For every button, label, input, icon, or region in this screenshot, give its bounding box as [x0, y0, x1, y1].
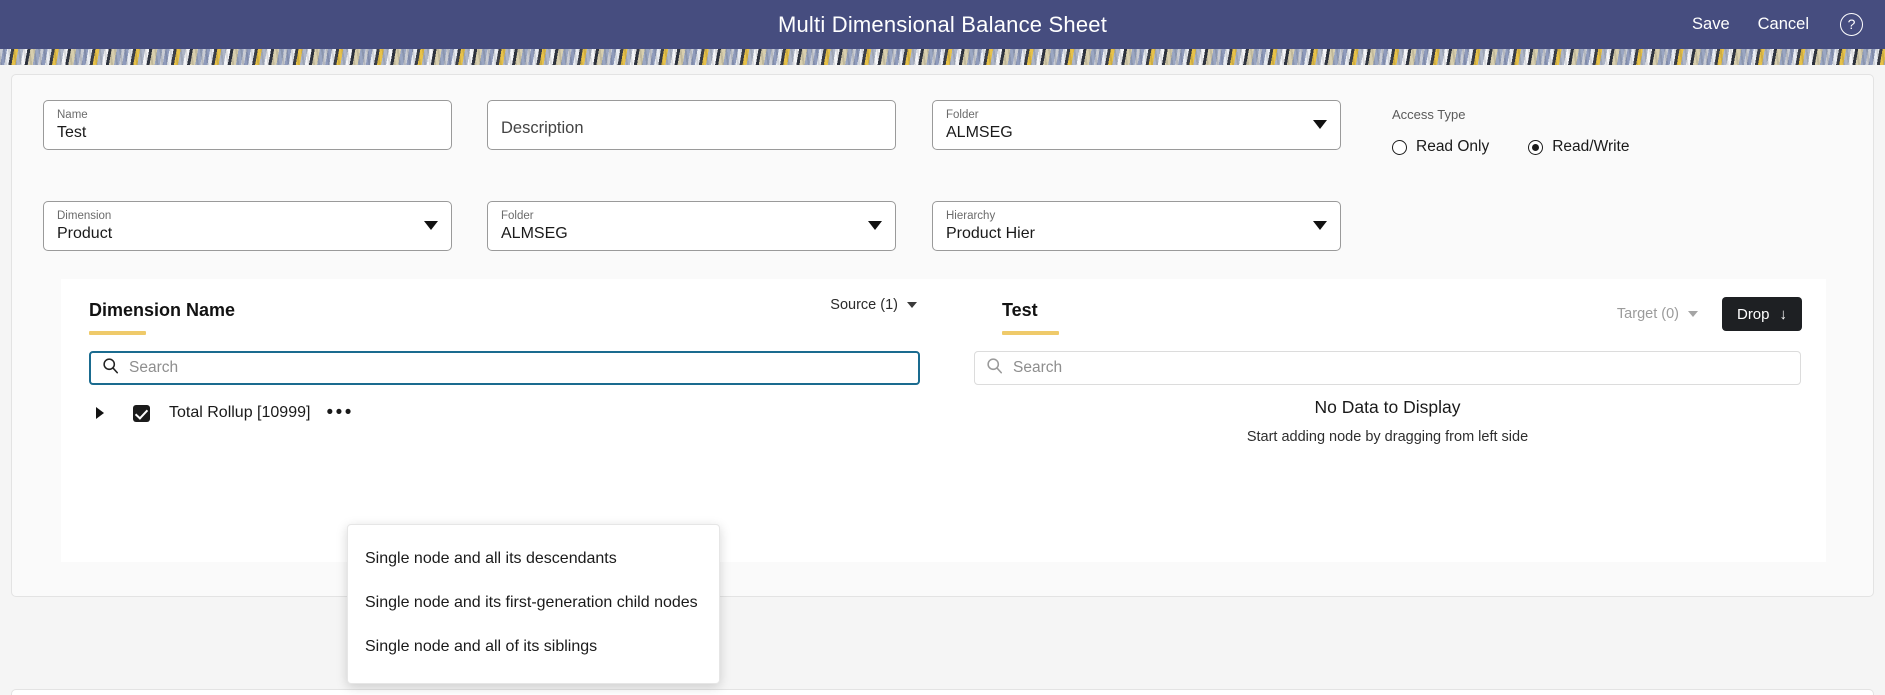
access-type-label: Access Type — [1392, 107, 1466, 122]
arrow-down-icon: ↓ — [1779, 305, 1788, 323]
drop-button[interactable]: Drop ↓ — [1721, 297, 1802, 331]
target-panel-title: Test — [1002, 300, 1038, 320]
source-panel-tools: Source (1) — [830, 297, 917, 313]
transfer-panel: Dimension Name Source (1) Search Total R… — [61, 279, 1826, 562]
search-icon — [986, 357, 1003, 379]
description-field-placeholder: Description — [501, 119, 584, 137]
hierarchy-select-label: Hierarchy — [946, 210, 996, 222]
page-title: Multi Dimensional Balance Sheet — [777, 11, 1108, 37]
radio-read-only-indicator[interactable] — [1392, 139, 1407, 155]
source-search-placeholder: Search — [129, 359, 179, 376]
page-body: Name Test Description Folder ALMSEG Acce… — [0, 65, 1885, 695]
hierarchy-select-value: Product Hier — [946, 225, 1035, 242]
dimension-select-label: Dimension — [57, 210, 112, 222]
folder-select-top-value: ALMSEG — [946, 124, 1013, 141]
empty-state: No Data to Display Start adding node by … — [974, 397, 1801, 445]
target-search-placeholder: Search — [1013, 359, 1063, 376]
source-panel-title: Dimension Name — [89, 300, 236, 320]
chevron-down-icon[interactable] — [907, 302, 917, 308]
name-field-label: Name — [57, 109, 88, 121]
source-search-input[interactable]: Search — [89, 351, 920, 385]
app-header: Multi Dimensional Balance Sheet Save Can… — [0, 0, 1885, 49]
cancel-button[interactable]: Cancel — [1758, 15, 1809, 34]
chevron-right-icon — [96, 407, 104, 419]
name-field[interactable]: Name Test — [43, 100, 452, 150]
expand-toggle[interactable] — [89, 407, 111, 419]
source-selector[interactable]: Source (1) — [830, 297, 917, 313]
tree-row[interactable]: Total Rollup [10999] ••• — [89, 403, 354, 422]
header-actions: Save Cancel ? — [1692, 0, 1863, 49]
source-selector-label: Source (1) — [830, 297, 898, 313]
menu-item-descendants[interactable]: Single node and all its descendants — [348, 537, 719, 581]
chevron-down-icon[interactable] — [868, 221, 882, 230]
target-selector-label: Target (0) — [1616, 306, 1679, 322]
target-panel: Test Target (0) Drop ↓ Search No Data to… — [974, 279, 1826, 562]
menu-item-first-generation-children[interactable]: Single node and its first-generation chi… — [348, 581, 719, 625]
radio-read-only[interactable]: Read Only — [1392, 138, 1489, 156]
audit-info-section[interactable]: › Audit Info — [11, 689, 1874, 695]
access-type-radios: Read Only Read/Write — [1392, 138, 1629, 156]
app-root: Multi Dimensional Balance Sheet Save Can… — [0, 0, 1885, 695]
help-circle-icon[interactable]: ? — [1840, 13, 1863, 36]
drop-button-label: Drop — [1736, 305, 1770, 323]
hierarchy-select[interactable]: Hierarchy Product Hier — [932, 201, 1341, 251]
tree-node-checkbox[interactable] — [133, 404, 150, 422]
folder-select-top-label: Folder — [946, 109, 979, 121]
folder-select-bottom-label: Folder — [501, 210, 534, 222]
ellipsis-icon[interactable]: ••• — [326, 403, 353, 422]
radio-read-write-indicator[interactable] — [1528, 139, 1544, 155]
target-panel-header: Test Target (0) Drop ↓ — [974, 279, 1826, 341]
chevron-down-icon[interactable] — [1687, 311, 1698, 317]
search-icon — [102, 357, 119, 379]
radio-read-only-label: Read Only — [1416, 138, 1490, 155]
chevron-down-icon[interactable] — [1313, 221, 1327, 230]
main-card: Name Test Description Folder ALMSEG Acce… — [11, 74, 1874, 597]
empty-state-title: No Data to Display — [1314, 397, 1461, 417]
save-button[interactable]: Save — [1692, 15, 1730, 34]
chevron-down-icon[interactable] — [1313, 120, 1327, 129]
target-search-input[interactable]: Search — [974, 351, 1801, 385]
node-context-menu: Single node and all its descendants Sing… — [347, 524, 720, 684]
radio-read-write[interactable]: Read/Write — [1528, 138, 1629, 156]
description-field[interactable]: Description — [487, 100, 896, 150]
menu-item-siblings[interactable]: Single node and all of its siblings — [348, 625, 719, 669]
source-panel-accent-underline — [89, 331, 146, 335]
target-panel-tools: Target (0) Drop ↓ — [1617, 297, 1802, 331]
folder-select-top[interactable]: Folder ALMSEG — [932, 100, 1341, 150]
decorative-texture-strip — [0, 49, 1885, 65]
radio-read-write-label: Read/Write — [1552, 138, 1630, 155]
empty-state-subtitle: Start adding node by dragging from left … — [1246, 429, 1529, 445]
access-type-group: Access Type Read Only Read/Write — [1392, 107, 1629, 156]
chevron-down-icon[interactable] — [424, 221, 438, 230]
folder-select-bottom-value: ALMSEG — [501, 225, 568, 242]
source-panel: Dimension Name Source (1) Search Total R… — [61, 279, 941, 562]
dimension-select[interactable]: Dimension Product — [43, 201, 452, 251]
source-panel-header: Dimension Name Source (1) — [61, 279, 941, 341]
dimension-select-value: Product — [57, 225, 113, 242]
target-selector[interactable]: Target (0) — [1617, 306, 1698, 322]
folder-select-bottom[interactable]: Folder ALMSEG — [487, 201, 896, 251]
tree-node-label: Total Rollup [10999] — [169, 404, 311, 421]
name-field-value: Test — [57, 124, 87, 141]
target-panel-accent-underline — [1002, 331, 1059, 335]
